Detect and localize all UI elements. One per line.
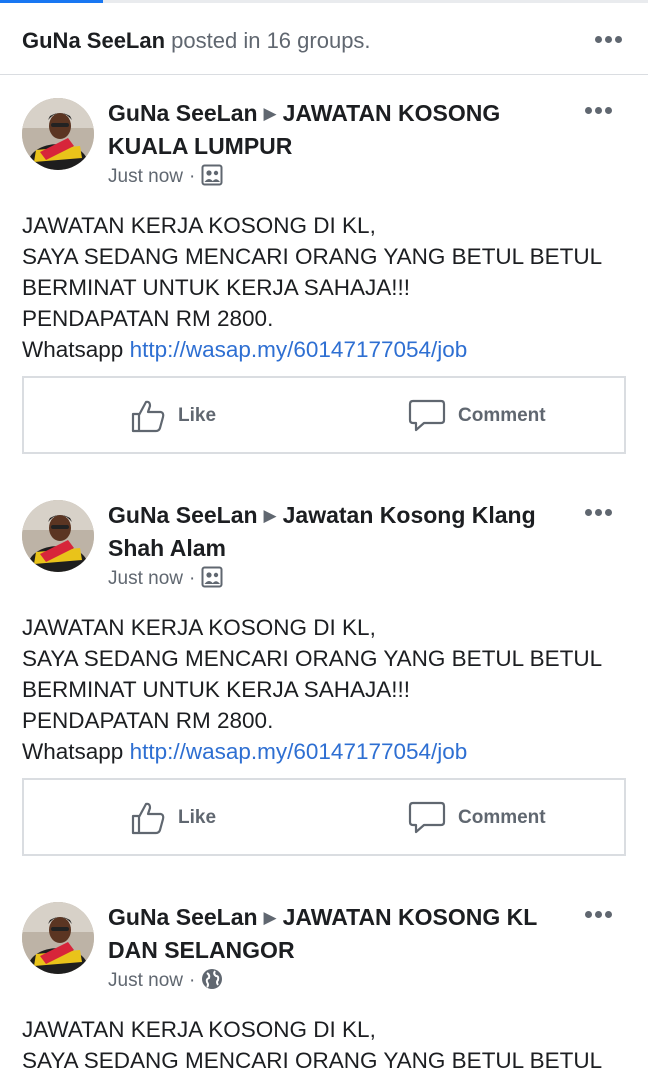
- post-author-name[interactable]: GuNa SeeLan: [108, 502, 258, 528]
- group-post: GuNa SeeLan ▶ JAWATAN KOSONG KL DAN SELANG…: [0, 880, 648, 1080]
- post-header-title: GuNa SeeLan ▶ Jawatan Kosong Klang Shah Al…: [108, 500, 568, 563]
- post-timestamp[interactable]: Just now: [108, 166, 183, 187]
- shared-post-header: GuNa SeeLan posted in 16 groups.: [0, 3, 648, 75]
- post-text-line: SAYA SEDANG MENCARI ORANG YANG BETUL BET…: [22, 646, 603, 671]
- thumbs-up-icon: [131, 802, 165, 835]
- comment-label: Comment: [458, 405, 546, 426]
- post-text-line: SAYA SEDANG MENCARI ORANG YANG BETUL BET…: [22, 1048, 603, 1073]
- globe-icon: [201, 968, 223, 997]
- post-actions-bar: Like Comment: [22, 778, 626, 856]
- post-text-line: PENDAPATAN RM 2800.: [22, 306, 274, 331]
- link-prefix-text: Whatsapp: [22, 739, 124, 764]
- post-more-options-icon[interactable]: [583, 507, 617, 519]
- post-header-title: GuNa SeeLan ▶ JAWATAN KOSONG KUALA LUMPUR: [108, 98, 568, 161]
- post-header-title: GuNa SeeLan ▶ JAWATAN KOSONG KL DAN SELANG…: [108, 902, 568, 965]
- post-meta: Just now ·: [108, 968, 223, 997]
- whatsapp-link[interactable]: http://wasap.my/60147177054/job: [130, 739, 468, 764]
- comment-bubble-icon: [408, 399, 446, 432]
- comment-button[interactable]: Comment: [408, 396, 546, 436]
- post-author-name[interactable]: GuNa SeeLan: [108, 100, 258, 126]
- post-text-line: BERMINAT UNTUK KERJA SAHAJA!!!: [22, 275, 410, 300]
- post-more-options-icon[interactable]: [583, 105, 617, 117]
- avatar[interactable]: [22, 902, 94, 974]
- post-author-name[interactable]: GuNa SeeLan: [108, 904, 258, 930]
- link-prefix-text: Whatsapp: [22, 337, 124, 362]
- comment-label: Comment: [458, 807, 546, 828]
- like-button[interactable]: Like: [130, 396, 216, 436]
- shared-to-arrow-icon: ▶: [263, 506, 277, 525]
- like-label: Like: [178, 405, 217, 426]
- group-post: GuNa SeeLan ▶ JAWATAN KOSONG KUALA LUMPUR …: [0, 76, 648, 478]
- thumbs-up-icon: [131, 400, 165, 433]
- whatsapp-link[interactable]: http://wasap.my/60147177054/job: [130, 337, 468, 362]
- like-label: Like: [178, 807, 217, 828]
- post-text-line: JAWATAN KERJA KOSONG DI KL,: [22, 1017, 376, 1042]
- post-body: JAWATAN KERJA KOSONG DI KL, SAYA SEDANG …: [22, 210, 632, 365]
- shared-post-title: GuNa SeeLan posted in 16 groups.: [22, 27, 371, 55]
- post-text-line: BERMINAT UNTUK KERJA SAHAJA!!!: [22, 677, 410, 702]
- post-text-line: SAYA SEDANG MENCARI ORANG YANG BETUL BET…: [22, 244, 603, 269]
- post-body: JAWATAN KERJA KOSONG DI KL, SAYA SEDANG …: [22, 612, 632, 767]
- like-button[interactable]: Like: [130, 798, 216, 838]
- shared-to-arrow-icon: ▶: [263, 908, 277, 927]
- post-timestamp[interactable]: Just now: [108, 970, 183, 991]
- comment-bubble-icon: [408, 801, 446, 834]
- group-icon: [201, 164, 223, 193]
- post-body: JAWATAN KERJA KOSONG DI KL, SAYA SEDANG …: [22, 1014, 632, 1076]
- avatar[interactable]: [22, 500, 94, 572]
- header-author-name[interactable]: GuNa SeeLan: [22, 28, 165, 53]
- post-text-line: JAWATAN KERJA KOSONG DI KL,: [22, 213, 376, 238]
- post-text-line: PENDAPATAN RM 2800.: [22, 708, 274, 733]
- group-icon: [201, 566, 223, 595]
- comment-button[interactable]: Comment: [408, 798, 546, 838]
- more-options-icon[interactable]: [593, 34, 627, 46]
- header-posted-in-text: posted in 16 groups.: [171, 28, 371, 53]
- post-timestamp[interactable]: Just now: [108, 568, 183, 589]
- avatar[interactable]: [22, 98, 94, 170]
- group-post: GuNa SeeLan ▶ Jawatan Kosong Klang Shah Al…: [0, 478, 648, 880]
- post-meta: Just now ·: [108, 566, 223, 595]
- shared-to-arrow-icon: ▶: [263, 104, 277, 123]
- post-actions-bar: Like Comment: [22, 376, 626, 454]
- post-meta: Just now ·: [108, 164, 223, 193]
- post-text-line: JAWATAN KERJA KOSONG DI KL,: [22, 615, 376, 640]
- post-more-options-icon[interactable]: [583, 909, 617, 921]
